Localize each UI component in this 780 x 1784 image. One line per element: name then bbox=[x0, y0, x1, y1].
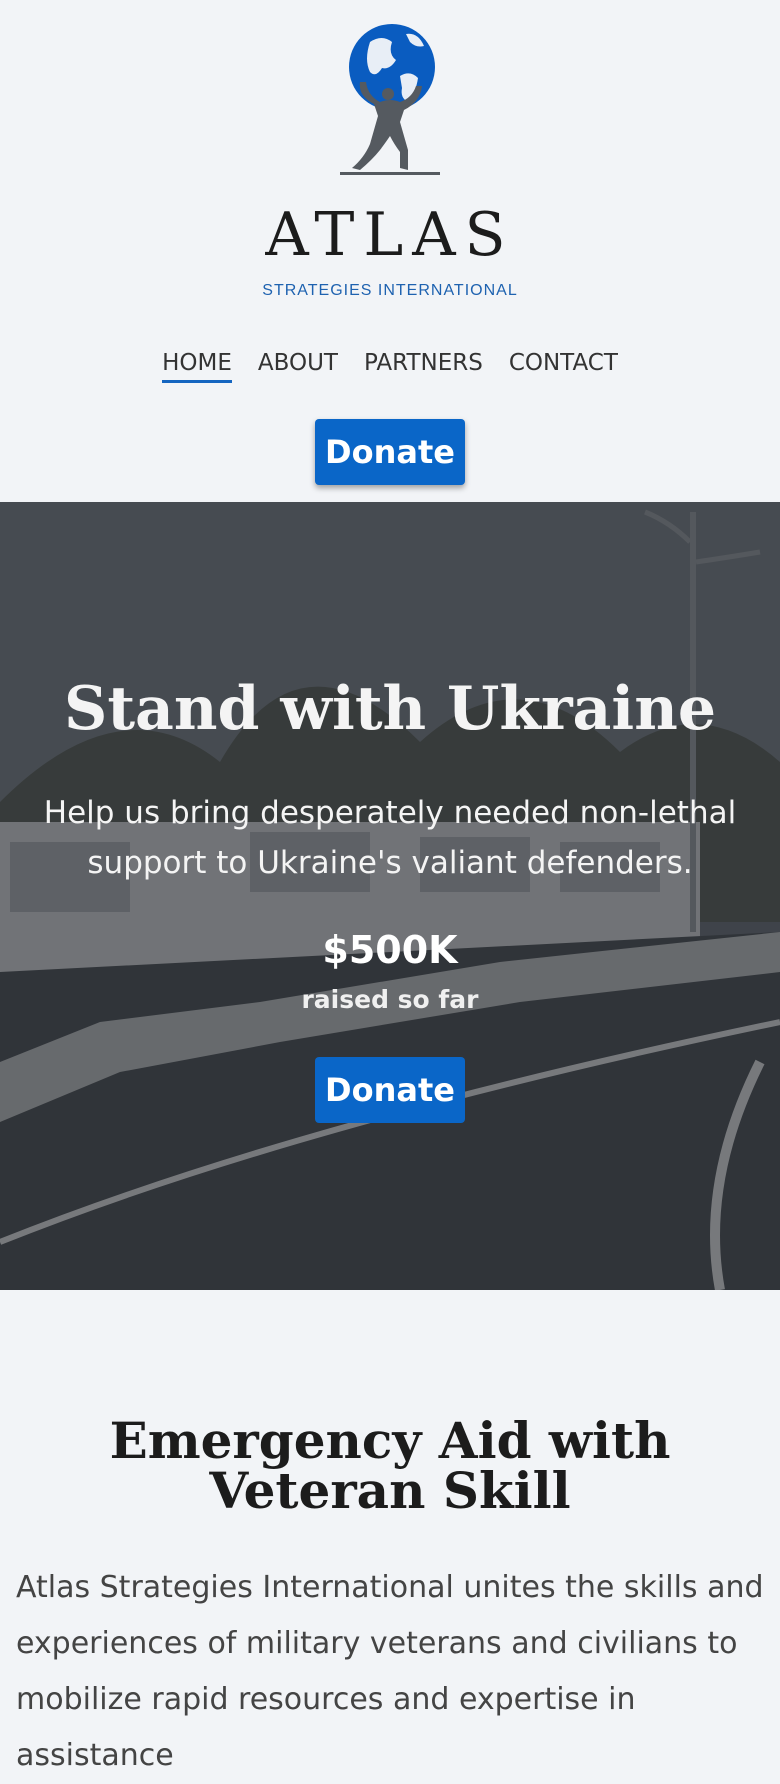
hero-donate-button[interactable]: Donate bbox=[315, 1057, 465, 1123]
header-donate-button[interactable]: Donate bbox=[315, 419, 465, 485]
hero-subtitle: Help us bring desperately needed non-let… bbox=[43, 795, 737, 881]
nav-item-home[interactable]: HOME bbox=[162, 350, 232, 383]
hero-overlay bbox=[0, 502, 780, 1290]
raised-amount: $500K bbox=[322, 928, 458, 972]
nav-item-contact[interactable]: CONTACT bbox=[509, 350, 618, 383]
raised-caption: raised so far bbox=[301, 985, 479, 1014]
nav-item-partners[interactable]: PARTNERS bbox=[364, 350, 483, 383]
site-header: ATLAS STRATEGIES INTERNATIONAL HOME ABOU… bbox=[0, 0, 780, 502]
about-section: Emergency Aid with Veteran Skill Atlas S… bbox=[0, 1290, 780, 1773]
nav-item-about[interactable]: ABOUT bbox=[258, 350, 338, 383]
hero-title: Stand with Ukraine bbox=[63, 674, 717, 744]
brand-name[interactable]: ATLAS bbox=[0, 200, 780, 270]
main-nav: HOME ABOUT PARTNERS CONTACT bbox=[0, 350, 780, 383]
section-title: Emergency Aid with Veteran Skill bbox=[109, 1411, 671, 1520]
section-text: Atlas Strategies International unites th… bbox=[16, 1570, 764, 1773]
atlas-logo-icon[interactable] bbox=[330, 12, 450, 184]
hero-section: Stand with Ukraine Help us bring despera… bbox=[0, 502, 780, 1290]
brand-subtitle: STRATEGIES INTERNATIONAL bbox=[262, 282, 518, 299]
